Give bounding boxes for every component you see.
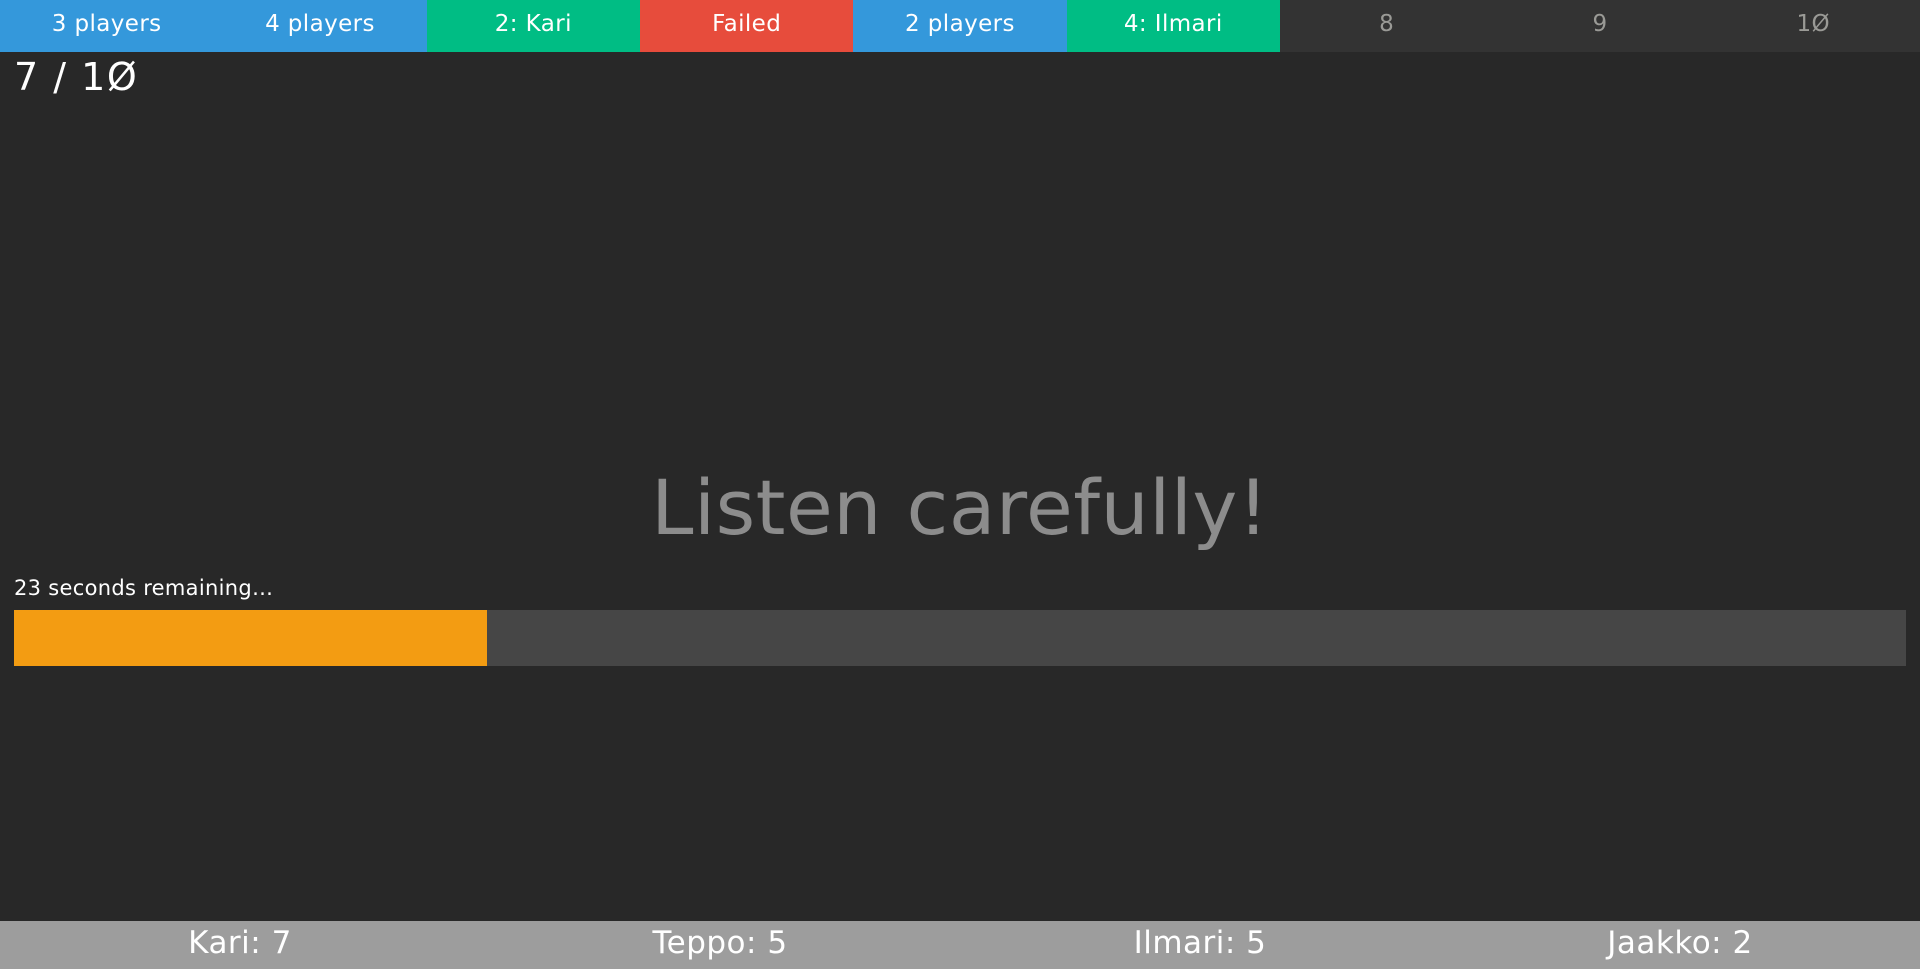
round-segment[interactable]: Failed: [639, 0, 854, 52]
round-history-strip: 3 players 4 players 2: Kari Failed 2 players…: [0, 0, 1920, 52]
game-screen: 3 players 4 players 2: Kari Failed 2 players…: [0, 0, 1920, 969]
scoreboard-player: Kari: 7: [188, 925, 292, 961]
round-segment[interactable]: 1Ø: [1706, 0, 1920, 52]
timer-progress-fill: [14, 610, 487, 667]
round-segment[interactable]: 3 players: [0, 0, 214, 52]
round-segment[interactable]: 8: [1279, 0, 1494, 52]
round-segment[interactable]: 4: Ilmari: [1066, 0, 1280, 52]
scoreboard-player: Jaakko: 2: [1607, 925, 1753, 961]
round-segment[interactable]: 2: Kari: [426, 0, 640, 52]
scoreboard-player: Ilmari: 5: [1133, 925, 1267, 961]
round-segment[interactable]: 2 players: [853, 0, 1067, 52]
round-segment[interactable]: 9: [1493, 0, 1707, 52]
scoreboard-player: Teppo: 5: [652, 925, 788, 961]
timer-label: 23 seconds remaining…: [14, 576, 274, 600]
instruction-heading: Listen carefully!: [651, 463, 1269, 552]
timer-progress-track: [14, 610, 1906, 667]
round-segment[interactable]: 4 players: [213, 0, 427, 52]
timer-block: 23 seconds remaining…: [14, 576, 1906, 667]
scoreboard: Kari: 7 Teppo: 5 Ilmari: 5 Jaakko: 2: [0, 921, 1920, 969]
stage-area: Listen carefully! 23 seconds remaining…: [0, 52, 1920, 921]
